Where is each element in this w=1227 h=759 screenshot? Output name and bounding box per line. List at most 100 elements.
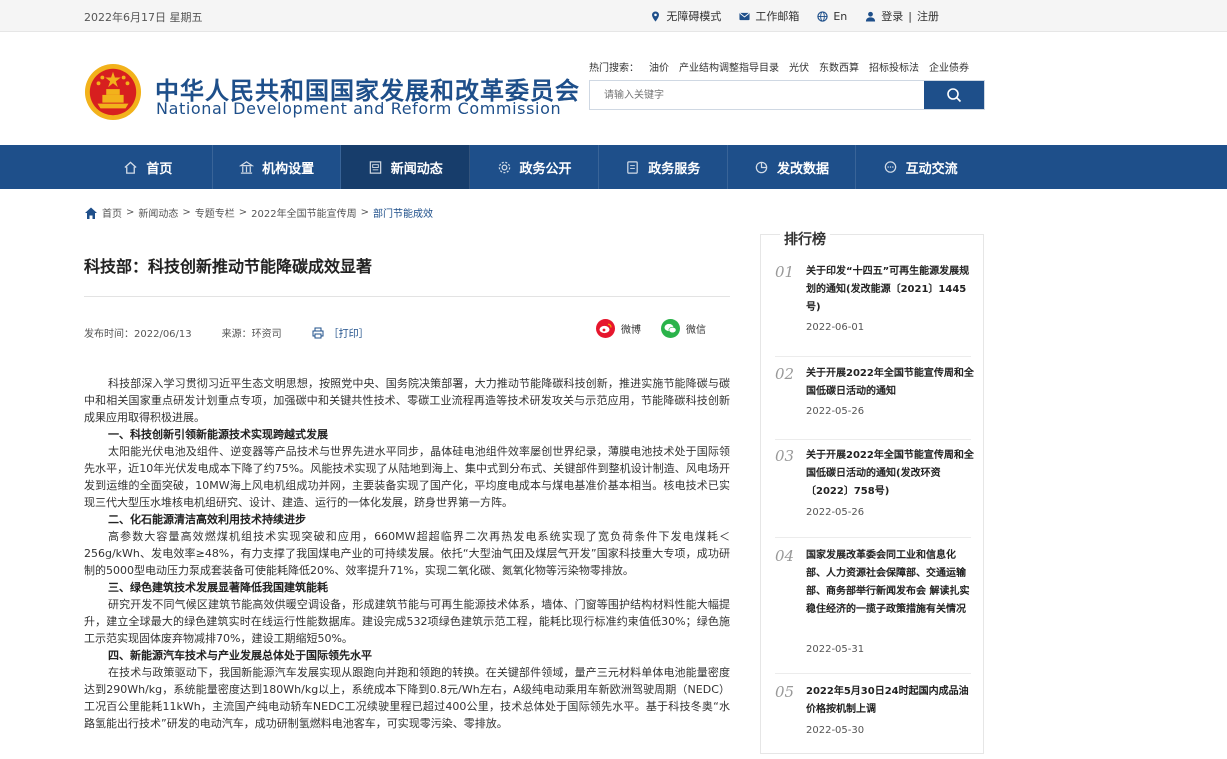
search-box: [589, 80, 985, 110]
share-weibo-label: 微博: [621, 325, 641, 336]
breadcrumb-separator: >: [238, 207, 248, 218]
ranking-divider: [775, 537, 971, 538]
ranking-panel: 排行榜 01 关于印发“十四五”可再生能源发展规划的通知(发改能源〔2021〕1…: [760, 229, 984, 754]
nav-item-data[interactable]: 发改数据: [728, 145, 857, 189]
nav-label: 机构设置: [262, 161, 315, 177]
title-divider: [84, 296, 730, 297]
site-title-en[interactable]: National Development and Reform Commissi…: [156, 99, 561, 118]
nav-item-gov-services[interactable]: 政务服务: [599, 145, 728, 189]
nav-item-news[interactable]: 新闻动态: [341, 145, 471, 189]
hot-search-item[interactable]: 招标投标法: [869, 59, 919, 74]
main-nav: 首页 机构设置 新闻动态 政务公开 政务服务 发改数据 互动交流: [0, 145, 1227, 189]
ranking-number: 05: [775, 683, 795, 701]
article-title: 科技部：科技创新推动节能降碳成效显著: [84, 257, 373, 276]
mail-icon: [739, 11, 750, 22]
article-heading: 四、新能源汽车技术与产业发展总体处于国际领先水平: [108, 649, 372, 662]
nav-item-interaction[interactable]: 互动交流: [856, 145, 984, 189]
hot-search-item[interactable]: 企业债券: [929, 59, 969, 74]
breadcrumb-separator: >: [126, 207, 135, 218]
nav-label: 政务公开: [519, 161, 572, 177]
breadcrumb-item[interactable]: 新闻动态: [138, 205, 178, 220]
ranking-number: 04: [775, 547, 795, 565]
ranking-item-date: 2022-05-26: [806, 507, 865, 518]
accessibility-label: 无障碍模式: [666, 10, 722, 23]
share-wechat-button[interactable]: 微信: [661, 319, 706, 338]
chat-icon: [883, 160, 898, 175]
ranking-item-title[interactable]: 国家发展改革委会同工业和信息化部、人力资源社会保障部、交通运输部、商务部举行新闻…: [806, 547, 974, 619]
publish-time: 发布时间：2022/06/13: [84, 329, 192, 340]
breadcrumb-item[interactable]: 2022年全国节能宣传周: [251, 205, 356, 220]
ranking-item-date: 2022-05-26: [806, 406, 865, 417]
register-link[interactable]: 注册: [917, 8, 939, 24]
search-input[interactable]: [590, 81, 924, 109]
hot-search-item[interactable]: 产业结构调整指导目录: [679, 59, 779, 74]
share-bar: 微博 微信: [596, 319, 706, 338]
nav-label: 首页: [146, 161, 173, 177]
ranking-item-title[interactable]: 关于开展2022年全国节能宣传周和全国低碳日活动的通知: [806, 365, 974, 401]
hot-search-label: 热门搜索：: [589, 63, 639, 74]
ranking-title: 排行榜: [780, 229, 830, 251]
nav-item-organization[interactable]: 机构设置: [213, 145, 342, 189]
hot-searches: 热门搜索： 油价 产业结构调整指导目录 光伏 东数西算 招标投标法 企业债券: [589, 59, 969, 74]
article-paragraph: 研究开发不同气候区建筑节能高效供暖空调设备，形成建筑节能与可再生能源技术体系，墙…: [84, 598, 730, 645]
language-link[interactable]: En: [817, 8, 847, 24]
article-source: 来源：环资司: [221, 329, 282, 340]
ranking-item-date: 2022-06-01: [806, 322, 865, 333]
login-link[interactable]: 登录: [881, 8, 903, 24]
gear-icon: [497, 160, 512, 175]
weibo-icon: [596, 319, 615, 338]
accessibility-link[interactable]: 无障碍模式: [650, 8, 721, 24]
breadcrumb-separator: >: [182, 207, 191, 218]
location-pin-icon: [650, 10, 661, 22]
share-wechat-label: 微信: [686, 325, 706, 336]
ranking-item-title[interactable]: 2022年5月30日24时起国内成品油价格按机制上调: [806, 683, 974, 719]
workmail-link[interactable]: 工作邮箱: [739, 8, 799, 24]
user-icon: [865, 11, 876, 22]
article-meta: 发布时间：2022/06/13 来源：环资司 ［打印］: [84, 325, 369, 340]
home-icon[interactable]: [84, 206, 98, 220]
search-button[interactable]: [924, 81, 984, 109]
nav-item-gov-affairs[interactable]: 政务公开: [470, 145, 599, 189]
breadcrumb-separator: >: [360, 207, 370, 218]
globe-icon: [817, 10, 829, 22]
hot-search-item[interactable]: 油价: [649, 59, 669, 74]
ranking-number: 03: [775, 447, 795, 465]
ranking-number: 02: [775, 365, 795, 383]
nav-label: 发改数据: [776, 161, 829, 177]
print-label: ［打印］: [328, 329, 369, 340]
ranking-item-date: 2022-05-31: [806, 644, 865, 655]
national-emblem-icon[interactable]: [84, 63, 142, 121]
ranking-item-date: 2022-05-30: [806, 725, 865, 736]
article-paragraph: 科技部深入学习贯彻习近平生态文明思想，按照党中央、国务院决策部署，大力推动节能降…: [84, 377, 730, 424]
nav-item-home[interactable]: 首页: [84, 145, 213, 189]
ranking-item-title[interactable]: 关于开展2022年全国节能宣传周和全国低碳日活动的通知(发改环资〔2022〕75…: [806, 447, 974, 501]
share-weibo-button[interactable]: 微博: [596, 319, 641, 338]
article-heading: 三、绿色建筑技术发展显著降低我国建筑能耗: [108, 581, 328, 594]
breadcrumb-item[interactable]: 首页: [102, 205, 122, 220]
top-bar: 2022年6月17日 星期五 无障碍模式 工作邮箱 En 登录 | 注册: [0, 0, 1227, 32]
hot-search-item[interactable]: 东数西算: [819, 59, 859, 74]
nav-label: 互动交流: [905, 161, 958, 177]
building-icon: [239, 160, 255, 175]
print-button[interactable]: ［打印］: [312, 325, 369, 340]
breadcrumb-current[interactable]: 部门节能成效: [373, 205, 433, 220]
login-divider: |: [908, 9, 912, 23]
home-icon: [123, 160, 138, 175]
nav-label: 新闻动态: [390, 161, 443, 177]
current-date: 2022年6月17日 星期五: [84, 11, 203, 24]
article-paragraph: 高参数大容量高效燃煤机组技术实现突破和应用，660MW超超临界二次再热发电系统实…: [84, 530, 730, 577]
login-register: 登录 | 注册: [865, 8, 939, 24]
printer-icon: [312, 327, 324, 338]
news-icon: [368, 160, 383, 175]
hot-search-item[interactable]: 光伏: [789, 59, 809, 74]
language-label: En: [833, 9, 848, 23]
article-body: 科技部深入学习贯彻习近平生态文明思想，按照党中央、国务院决策部署，大力推动节能降…: [84, 375, 730, 732]
document-icon: [625, 160, 640, 175]
site-header: 中华人民共和国国家发展和改革委员会 National Development a…: [0, 33, 1227, 145]
search-icon: [947, 88, 962, 103]
ranking-divider: [775, 356, 971, 357]
article-paragraph: 在技术与政策驱动下，我国新能源汽车发展实现从跟跑向并跑和领跑的转换。在关键部件领…: [84, 666, 730, 730]
nav-label: 政务服务: [648, 161, 701, 177]
ranking-item-title[interactable]: 关于印发“十四五”可再生能源发展规划的通知(发改能源〔2021〕1445号): [806, 263, 974, 317]
breadcrumb-item[interactable]: 专题专栏: [195, 205, 235, 220]
